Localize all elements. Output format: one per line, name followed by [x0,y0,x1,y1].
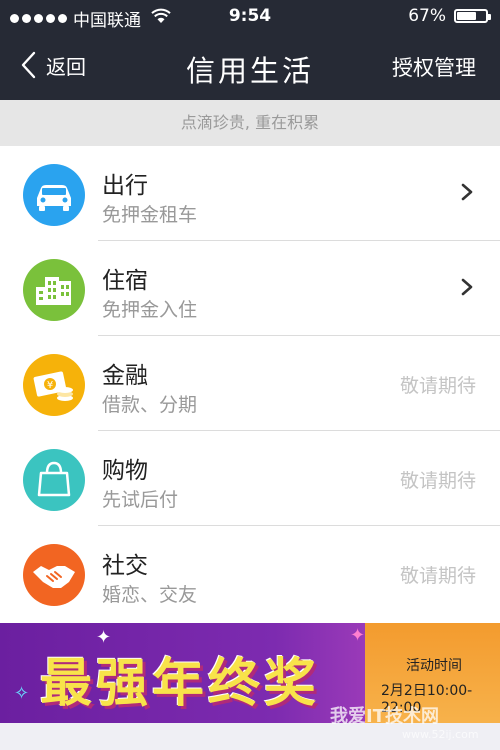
authorization-management-button[interactable]: 授权管理 [392,52,476,82]
list-item-shopping[interactable]: 购物 先试后付 敬请期待 [0,431,500,526]
sparkle-icon: ✧ [14,683,30,704]
list-item-finance[interactable]: ¥ 金融 借款、分期 敬请期待 [0,336,500,431]
coming-soon-label: 敬请期待 [399,375,476,397]
item-subtitle: 婚恋、交友 [102,584,198,606]
list-item-lodging[interactable]: 住宿 免押金入住 [0,241,500,336]
item-title: 住宿 [102,268,148,294]
coming-soon-label: 敬请期待 [399,470,476,492]
item-subtitle: 借款、分期 [102,394,198,416]
battery-icon [454,9,491,23]
nav-bar: 返回 信用生活 授权管理 [0,32,500,100]
watermark-text: 我爱IT技术网 [330,706,439,727]
status-right: 67% [408,6,491,26]
list-item-social[interactable]: 社交 婚恋、交友 敬请期待 [0,526,500,621]
item-subtitle: 免押金租车 [102,204,198,226]
item-title: 金融 [102,363,148,389]
status-bar: 中国联通 9:54 67% [0,0,500,32]
item-title: 社交 [102,553,148,579]
sparkle-icon: ✦ [350,625,366,646]
item-subtitle: 先试后付 [102,489,179,511]
chevron-right-icon [461,183,473,201]
list-item-travel[interactable]: 出行 免押金租车 [0,146,500,241]
item-subtitle: 免押金入住 [102,299,198,321]
activity-time-label: 活动时间 [406,658,462,674]
page-subtitle: 点滴珍贵, 重在积累 [0,100,500,146]
battery-fill [457,12,476,20]
credit-life-list: 出行 免押金租车 住宿 免押金入住 ¥ 金融 借款、分期 敬请期待 购物 先试后… [0,146,500,623]
item-title: 购物 [102,458,148,484]
svg-text:¥: ¥ [47,380,53,391]
item-title: 出行 [102,173,148,199]
watermark-url: www.52ij.com [402,728,479,741]
chevron-right-icon [461,278,473,296]
car-icon [23,164,85,226]
battery-percent: 67% [408,6,446,26]
shopping-bag-icon [23,449,85,511]
handshake-icon [23,544,85,606]
banner-headline: 最强年终奖 [40,653,321,714]
coming-soon-label: 敬请期待 [399,565,476,587]
money-icon: ¥ [23,354,85,416]
building-icon [23,259,85,321]
